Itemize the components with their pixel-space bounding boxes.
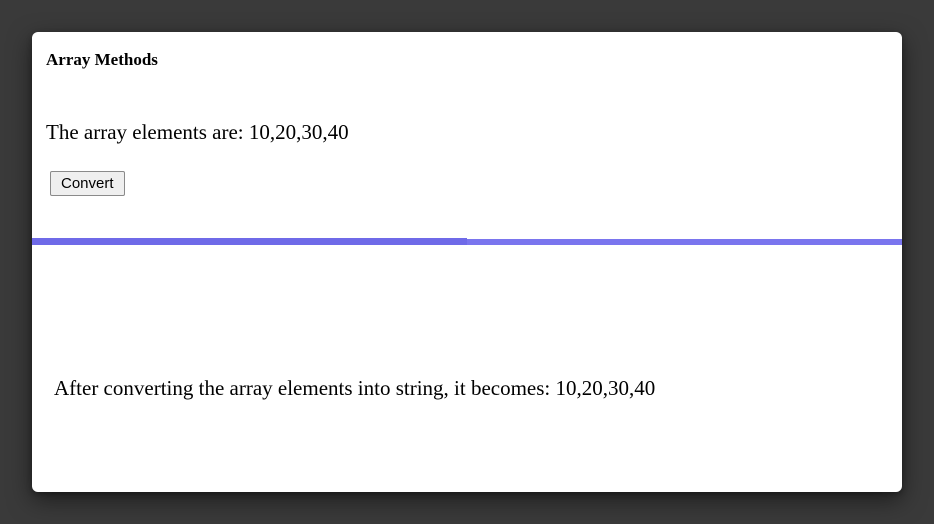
array-elements-text: The array elements are: 10,20,30,40 [32, 70, 902, 145]
result-text: After converting the array elements into… [32, 246, 902, 401]
page-container: Array Methods The array elements are: 10… [32, 32, 902, 492]
divider-right [467, 239, 902, 245]
button-wrap: Convert [32, 145, 902, 196]
convert-button[interactable]: Convert [50, 171, 125, 196]
divider [32, 238, 902, 246]
page-title: Array Methods [32, 32, 902, 70]
divider-left [32, 238, 467, 245]
